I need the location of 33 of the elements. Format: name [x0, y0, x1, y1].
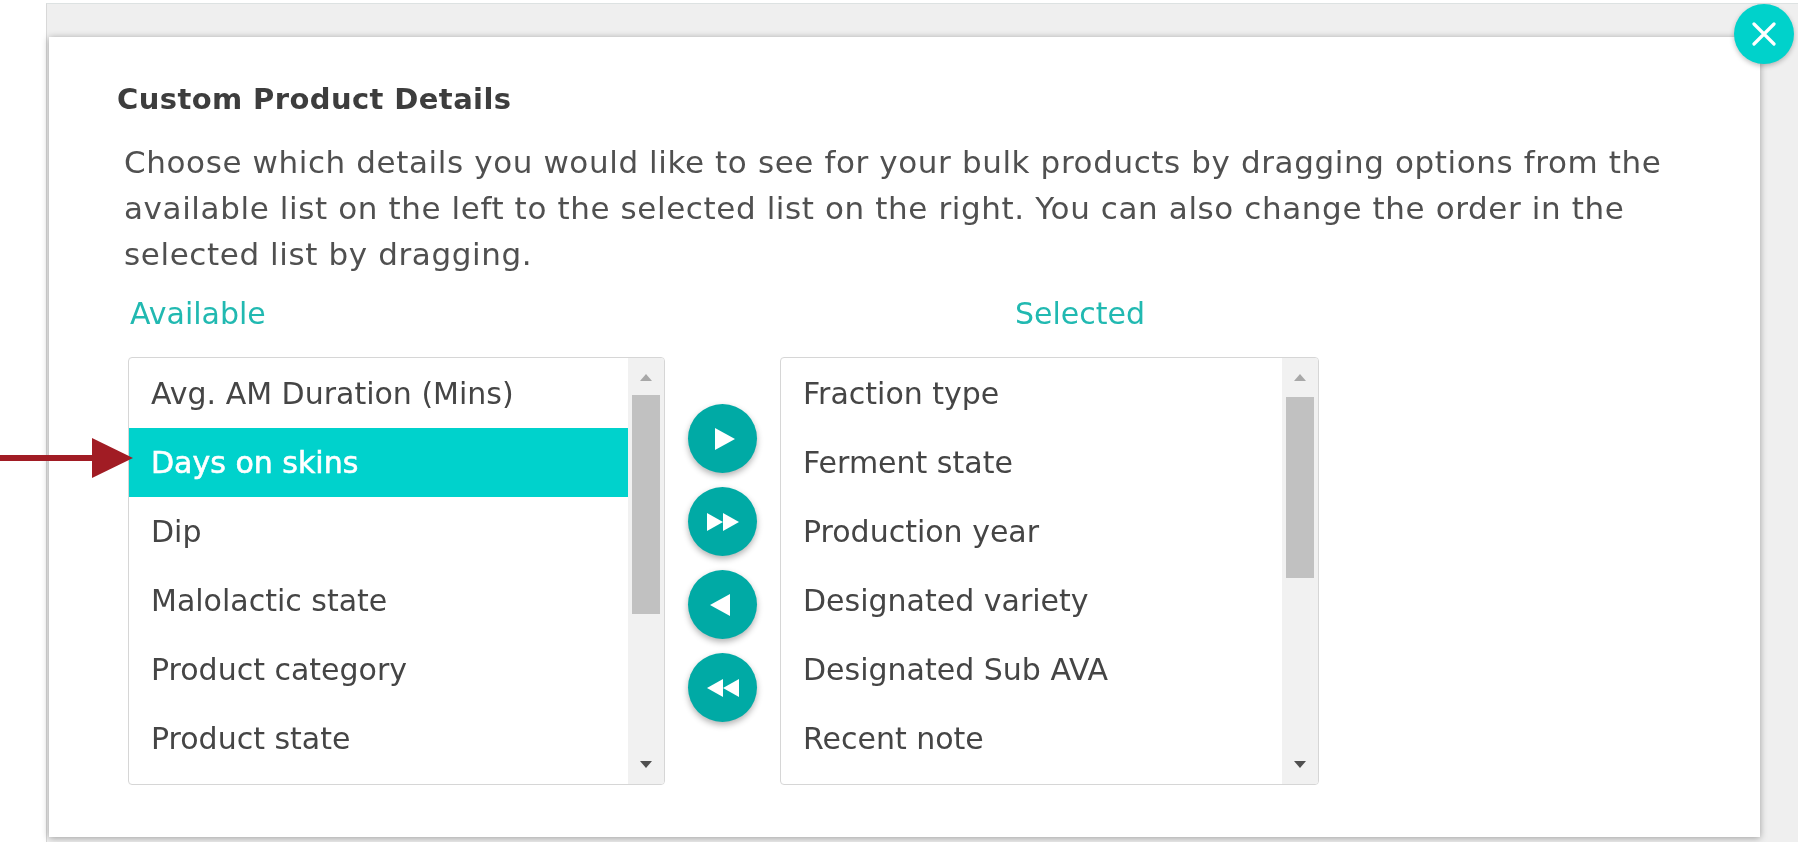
- list-item[interactable]: Malolactic state: [129, 566, 628, 635]
- caret-down-icon[interactable]: [1294, 761, 1306, 768]
- caret-up-icon[interactable]: [1294, 374, 1306, 381]
- double-right-triangle-icon: [706, 512, 739, 531]
- close-icon: [1752, 22, 1776, 46]
- list-item[interactable]: Avg. AM Duration (Mins): [129, 359, 628, 428]
- caret-up-icon[interactable]: [640, 374, 652, 381]
- scrollbar[interactable]: [628, 358, 664, 784]
- move-left-button[interactable]: [688, 570, 757, 639]
- right-triangle-icon: [715, 427, 735, 450]
- scrollbar-thumb[interactable]: [632, 395, 660, 614]
- move-all-left-button[interactable]: [688, 653, 757, 722]
- close-button[interactable]: [1734, 4, 1794, 64]
- scrollbar-thumb[interactable]: [1286, 397, 1314, 578]
- list-item[interactable]: Production year: [781, 497, 1282, 566]
- left-triangle-icon: [710, 593, 730, 616]
- caret-down-icon[interactable]: [640, 761, 652, 768]
- list-item[interactable]: Recent note: [781, 704, 1282, 773]
- move-all-right-button[interactable]: [688, 487, 757, 556]
- list-item[interactable]: Ferment state: [781, 428, 1282, 497]
- dialog-title: Custom Product Details: [117, 81, 512, 117]
- list-item[interactable]: Designated Sub AVA: [781, 635, 1282, 704]
- move-right-button[interactable]: [688, 404, 757, 473]
- list-item[interactable]: Dip: [129, 497, 628, 566]
- list-item[interactable]: Product category: [129, 635, 628, 704]
- dialog-description: Choose which details you would like to see for your bulk products by dragging options from the available list on the left to the selected list on the right. You can also change the order in the selected list by dragging.: [124, 143, 1663, 274]
- list-item[interactable]: Product state: [129, 704, 628, 773]
- double-left-triangle-icon: [706, 678, 739, 697]
- list-item[interactable]: Designated variety: [781, 566, 1282, 635]
- scrollbar[interactable]: [1282, 358, 1318, 784]
- list-heading: Selected: [1015, 296, 1146, 331]
- list-item[interactable]: Fraction type: [781, 359, 1282, 428]
- list-heading: Available: [130, 296, 266, 331]
